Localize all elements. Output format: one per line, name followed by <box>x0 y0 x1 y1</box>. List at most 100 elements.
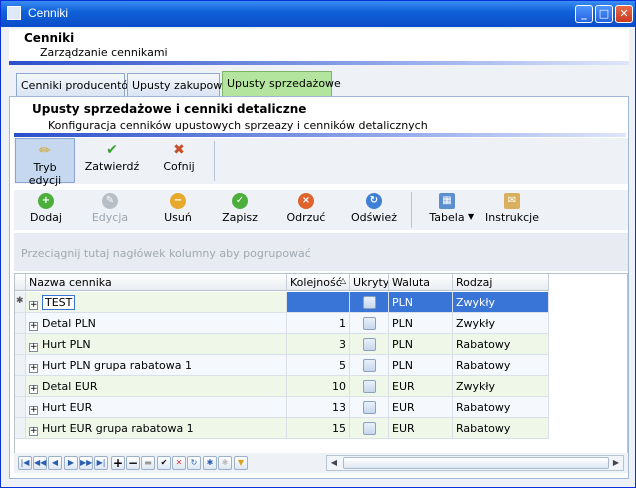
previous-page-icon[interactable]: ◀◀ <box>33 456 47 470</box>
order-cell[interactable] <box>287 292 350 313</box>
next-record-icon[interactable]: ▶ <box>64 456 78 470</box>
hidden-checkbox[interactable] <box>362 359 376 372</box>
edit-mode-button[interactable]: ✏ Tryb edycji <box>15 138 75 187</box>
toolbar-separator <box>411 192 412 228</box>
currency-cell[interactable]: PLN <box>389 292 453 313</box>
order-cell[interactable]: 1 <box>287 313 350 334</box>
currency-cell[interactable]: EUR <box>389 376 453 397</box>
currency-cell[interactable]: PLN <box>389 313 453 334</box>
expand-icon[interactable]: + <box>29 427 38 436</box>
hidden-checkbox[interactable] <box>362 380 376 393</box>
order-cell[interactable]: 15 <box>287 418 350 439</box>
filter-icon[interactable]: ▼ <box>234 456 248 470</box>
window-title: Cenniki <box>28 6 69 20</box>
name-cell[interactable]: TEST <box>42 295 76 310</box>
table-row[interactable]: + Hurt PLN 3 PLN Rabatowy <box>15 334 549 355</box>
table-row[interactable]: ✱ + TEST PLN Zwykły <box>15 292 549 313</box>
remove-icon[interactable]: − <box>126 456 140 470</box>
table-row[interactable]: + Detal PLN 1 PLN Zwykły <box>15 313 549 334</box>
column-header-order[interactable]: Kolejność △ <box>287 274 350 291</box>
minimize-button[interactable]: _ <box>575 5 593 23</box>
instructions-button[interactable]: ✉ Instrukcje <box>482 192 542 228</box>
currency-cell[interactable]: PLN <box>389 355 453 376</box>
tab-cenniki-producentow[interactable]: Cenniki producentów <box>16 73 137 96</box>
expand-icon[interactable]: + <box>29 406 38 415</box>
previous-record-icon[interactable]: ◀ <box>48 456 62 470</box>
type-cell[interactable]: Rabatowy <box>453 334 549 355</box>
edit-icon: ✎ <box>102 193 118 209</box>
hidden-checkbox[interactable] <box>362 317 376 330</box>
expand-icon[interactable]: + <box>29 322 38 331</box>
tab-upusty-zakupowe[interactable]: Upusty zakupowe <box>127 73 229 96</box>
column-header-hidden[interactable]: Ukryty <box>350 274 389 291</box>
expand-icon[interactable]: + <box>29 364 38 373</box>
column-header-currency[interactable]: Waluta <box>389 274 453 291</box>
edit-button[interactable]: ✎ Edycja <box>86 192 134 228</box>
title-bar[interactable]: Cenniki _ □ ✕ <box>1 1 635 27</box>
type-cell[interactable]: Rabatowy <box>453 418 549 439</box>
confirm-button[interactable]: ✔ Zatwierdź <box>80 138 144 183</box>
table-row[interactable]: + Hurt PLN grupa rabatowa 1 5 PLN Rabatow… <box>15 355 549 376</box>
hidden-checkbox[interactable] <box>362 422 376 435</box>
app-window: Cenniki _ □ ✕ Cenniki Zarządzanie cennik… <box>0 0 636 488</box>
group-by-area[interactable]: Przeciągnij tutaj nagłówek kolumny aby p… <box>14 233 628 271</box>
order-cell[interactable]: 3 <box>287 334 350 355</box>
row-indicator-header <box>15 274 26 291</box>
table-button[interactable]: ▦ Tabela ▼ <box>420 192 474 228</box>
type-cell[interactable]: Rabatowy <box>453 355 549 376</box>
refresh-button[interactable]: ↻ Odśwież <box>347 192 401 228</box>
maximize-button[interactable]: □ <box>595 5 613 23</box>
currency-cell[interactable]: EUR <box>389 418 453 439</box>
currency-cell[interactable]: PLN <box>389 334 453 355</box>
next-page-icon[interactable]: ▶▶ <box>79 456 93 470</box>
expand-icon[interactable]: + <box>29 301 38 310</box>
toolbar-separator <box>214 141 215 181</box>
hidden-checkbox[interactable] <box>362 401 376 414</box>
currency-cell[interactable]: EUR <box>389 397 453 418</box>
type-cell[interactable]: Zwykły <box>453 313 549 334</box>
goto-bookmark-icon[interactable]: ✱ <box>218 456 232 470</box>
refresh-icon: ↻ <box>366 193 382 209</box>
type-cell[interactable]: Zwykły <box>453 292 549 313</box>
type-cell[interactable]: Rabatowy <box>453 397 549 418</box>
app-icon <box>7 6 21 20</box>
add-icon: + <box>38 193 54 209</box>
table-row[interactable]: + Hurt EUR 13 EUR Rabatowy <box>15 397 549 418</box>
scroll-thumb[interactable] <box>343 457 609 469</box>
expand-icon[interactable]: + <box>29 343 38 352</box>
order-cell[interactable]: 5 <box>287 355 350 376</box>
last-page-icon[interactable]: ▶| <box>94 456 108 470</box>
add-button[interactable]: + Dodaj <box>22 192 70 228</box>
column-header-name[interactable]: Nazwa cennika <box>26 274 287 291</box>
column-header-type[interactable]: Rodzaj <box>453 274 549 291</box>
save-bookmark-icon[interactable]: ✱ <box>203 456 217 470</box>
delete-button[interactable]: − Usuń <box>154 192 202 228</box>
save-button[interactable]: ✓ Zapisz <box>216 192 264 228</box>
hidden-checkbox[interactable] <box>362 296 376 309</box>
hidden-checkbox[interactable] <box>362 338 376 351</box>
expand-icon[interactable]: + <box>29 385 38 394</box>
cancel-edit-icon[interactable]: ✕ <box>172 456 186 470</box>
horizontal-scrollbar[interactable]: ◀ ▶ <box>326 455 624 471</box>
append-icon[interactable]: + <box>111 456 125 470</box>
end-edit-icon[interactable]: ✔ <box>157 456 171 470</box>
first-page-icon[interactable]: |◀ <box>18 456 32 470</box>
table-row[interactable]: + Hurt EUR grupa rabatowa 1 15 EUR Rabato… <box>15 418 549 439</box>
edit-mode-toolbar: ✏ Tryb edycji ✔ Zatwierdź ✖ Cofnij <box>14 138 628 187</box>
type-cell[interactable]: Zwykły <box>453 376 549 397</box>
scroll-right-icon[interactable]: ▶ <box>610 457 622 469</box>
discard-button[interactable]: × Odrzuć <box>282 192 330 228</box>
record-toolbar: + Dodaj ✎ Edycja − Usuń ✓ Zapisz × Odrzu… <box>14 190 628 230</box>
order-cell[interactable]: 13 <box>287 397 350 418</box>
edit-record-icon[interactable]: ▬ <box>141 456 155 470</box>
refresh-icon[interactable]: ↻ <box>187 456 201 470</box>
row-indicator <box>15 355 26 376</box>
revert-button[interactable]: ✖ Cofnij <box>156 138 202 183</box>
tab-upusty-sprzedazowe[interactable]: Upusty sprzedażowe <box>222 71 341 96</box>
panel-divider <box>14 133 626 137</box>
order-cell[interactable]: 10 <box>287 376 350 397</box>
table-row[interactable]: + Detal EUR 10 EUR Zwykły <box>15 376 549 397</box>
close-button[interactable]: ✕ <box>615 5 633 23</box>
scroll-left-icon[interactable]: ◀ <box>328 457 340 469</box>
dropdown-arrow-icon[interactable]: ▼ <box>468 212 474 221</box>
